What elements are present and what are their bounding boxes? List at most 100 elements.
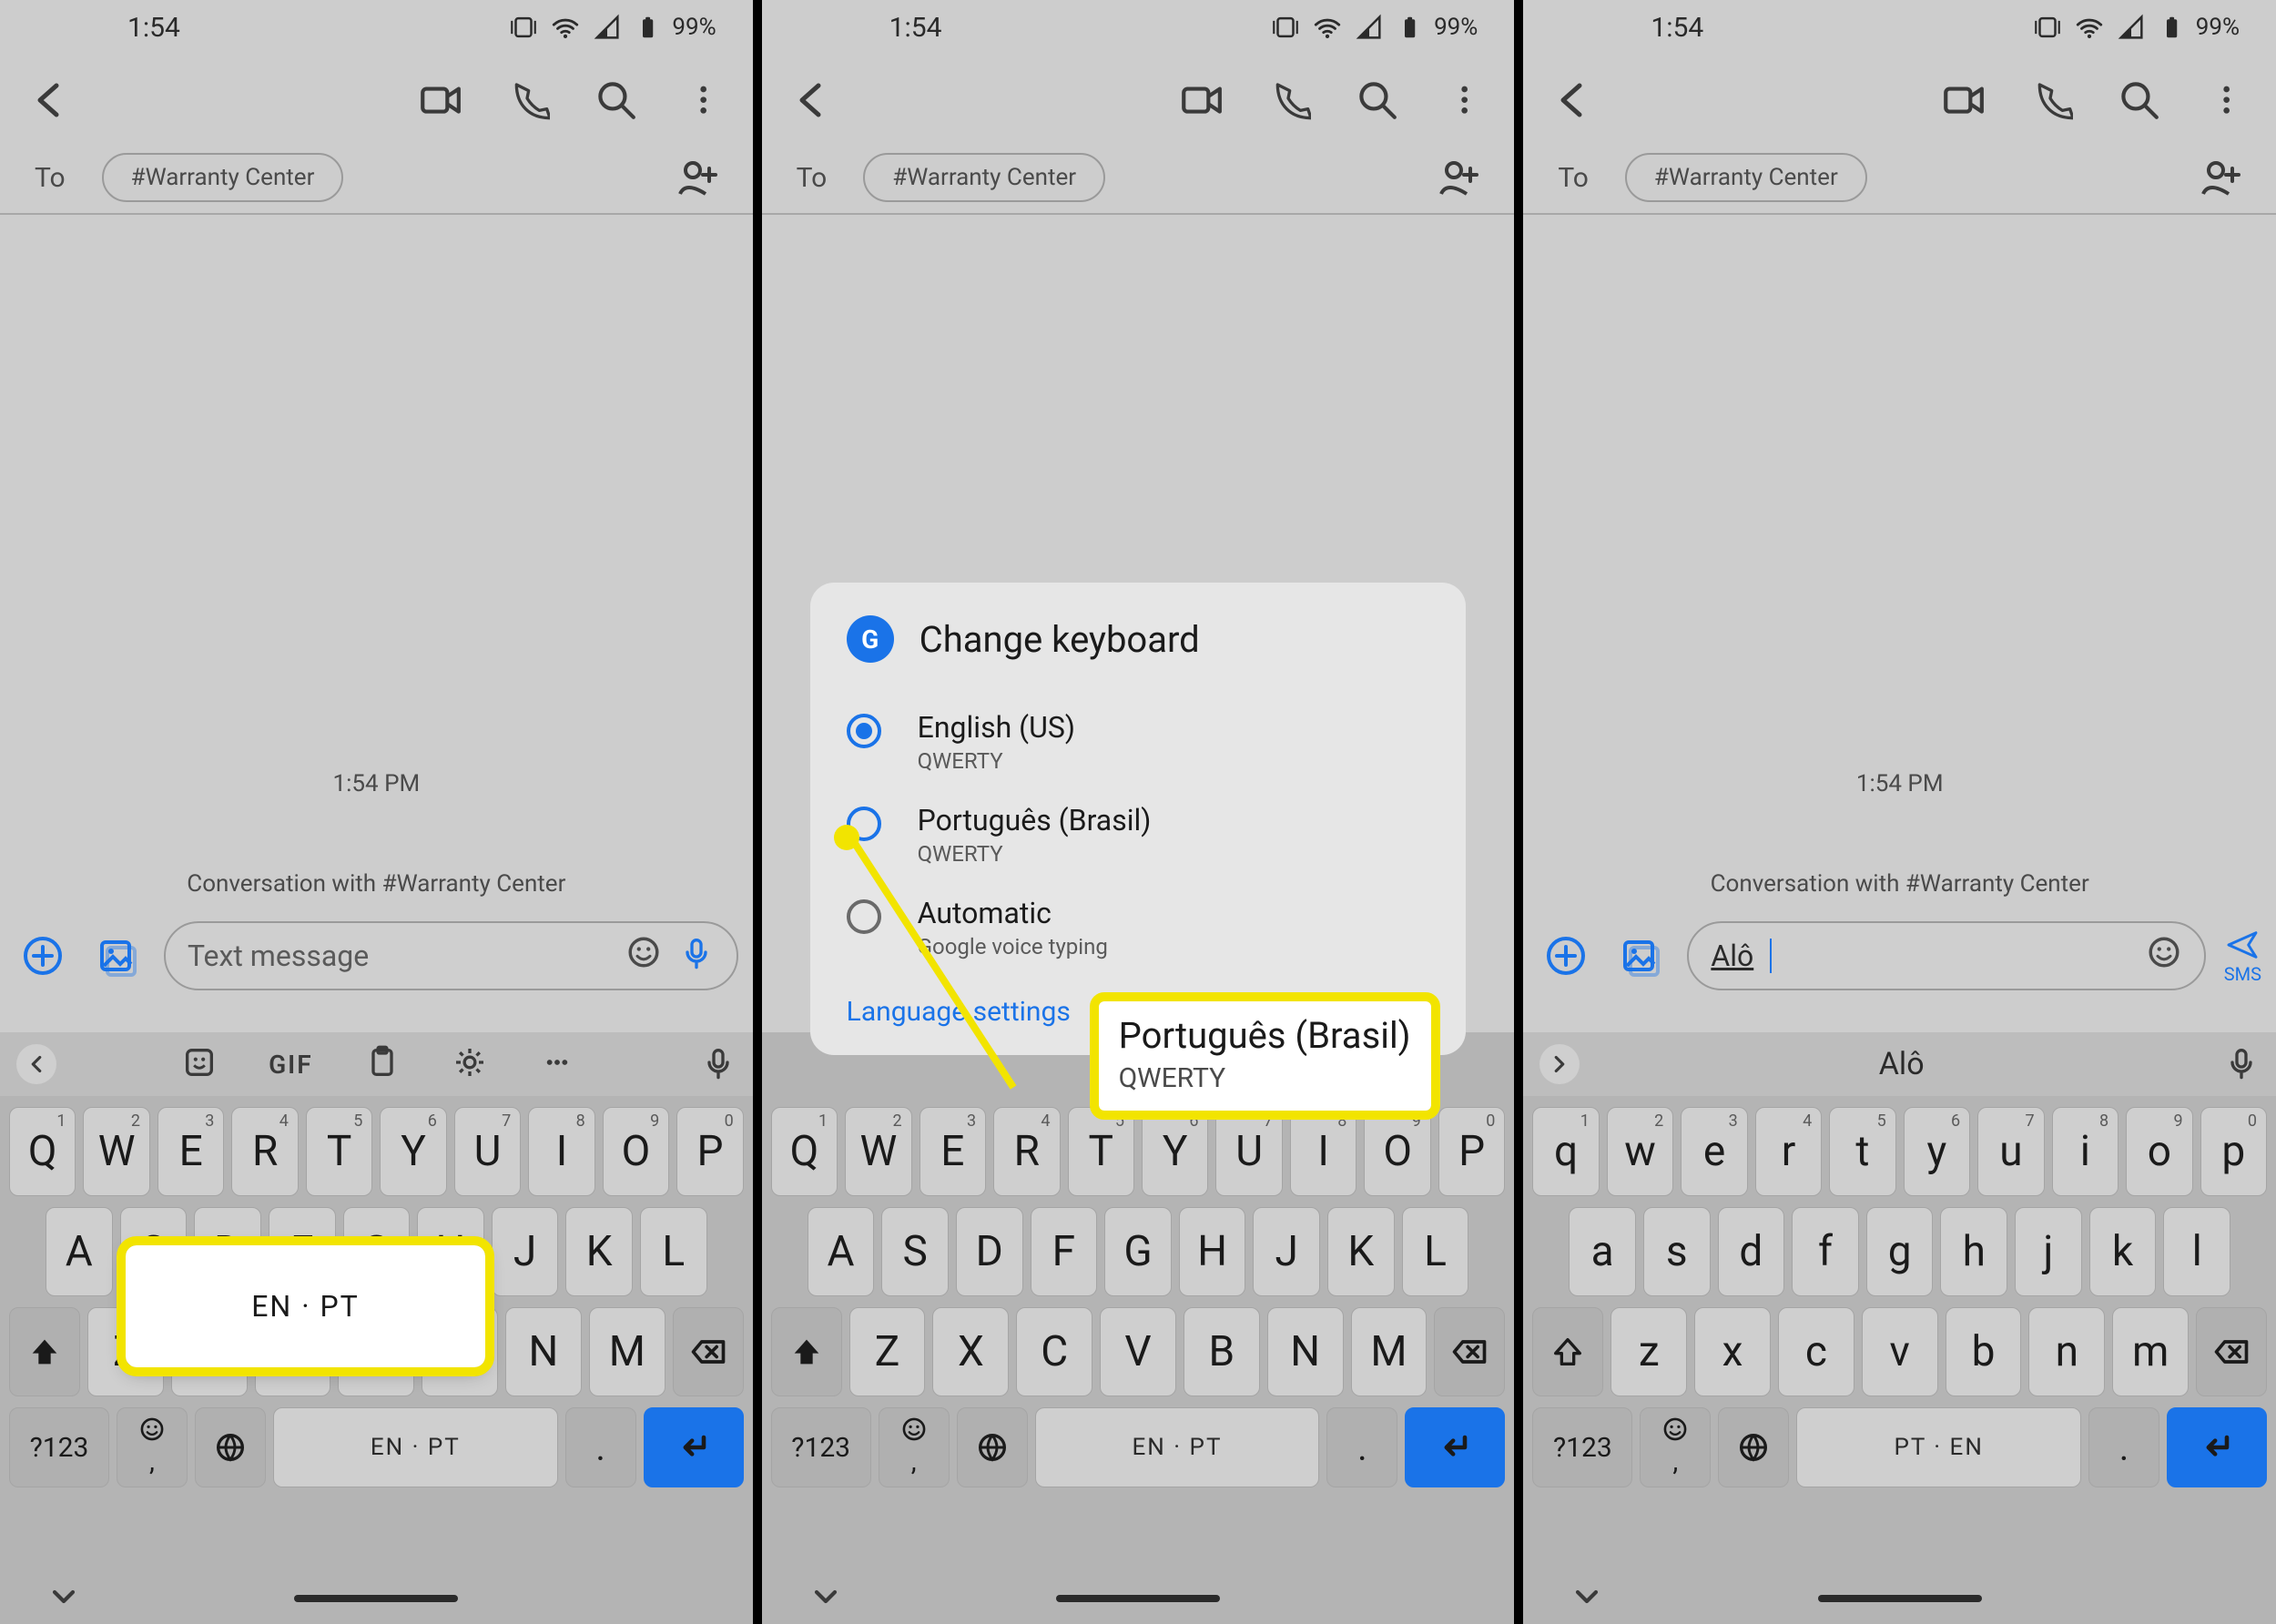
add-recipient-button[interactable] [1434, 154, 1481, 201]
key-e[interactable]: e3 [1681, 1107, 1747, 1196]
key-q[interactable]: Q1 [771, 1107, 838, 1196]
key-v[interactable]: v [1862, 1307, 1938, 1396]
more-button[interactable] [2201, 75, 2249, 122]
key-x[interactable]: X [932, 1307, 1009, 1396]
key-c[interactable]: c [1778, 1307, 1854, 1396]
key-k[interactable]: K [565, 1207, 633, 1296]
key-y[interactable]: Y6 [380, 1107, 446, 1196]
key-i[interactable]: I8 [1290, 1107, 1356, 1196]
key-r[interactable]: R4 [231, 1107, 298, 1196]
key-l[interactable]: l [2163, 1207, 2230, 1296]
key-k[interactable]: K [1327, 1207, 1395, 1296]
key-a[interactable]: A [46, 1207, 113, 1296]
key-p[interactable]: p0 [2200, 1107, 2267, 1196]
shift-key[interactable] [1532, 1307, 1603, 1396]
period-key[interactable]: . [2088, 1407, 2159, 1487]
key-w[interactable]: W2 [845, 1107, 911, 1196]
voice-call-button[interactable] [2027, 75, 2074, 122]
key-d[interactable]: D [956, 1207, 1023, 1296]
symbols-key[interactable]: ?123 [771, 1407, 871, 1487]
key-c[interactable]: C [1016, 1307, 1092, 1396]
enter-key[interactable] [2167, 1407, 2267, 1487]
add-recipient-button[interactable] [673, 154, 720, 201]
voice-call-button[interactable] [1265, 75, 1312, 122]
more-button[interactable] [1439, 75, 1487, 122]
key-e[interactable]: E3 [920, 1107, 986, 1196]
add-recipient-button[interactable] [2196, 154, 2243, 201]
video-call-button[interactable] [416, 75, 463, 122]
key-r[interactable]: r4 [1755, 1107, 1822, 1196]
key-z[interactable]: Z [849, 1307, 926, 1396]
sticker-button[interactable] [181, 1044, 218, 1084]
key-s[interactable]: s [1643, 1207, 1711, 1296]
language-key[interactable] [1718, 1407, 1789, 1487]
keyboard-option-english[interactable]: English (US)QWERTY [847, 695, 1430, 788]
nav-pill[interactable] [1818, 1595, 1982, 1602]
keyboard-suggestion[interactable]: Alô [1580, 1046, 2223, 1082]
hide-keyboard-button[interactable] [46, 1578, 82, 1619]
key-f[interactable]: f [1792, 1207, 1859, 1296]
key-n[interactable]: N [505, 1307, 582, 1396]
send-sms-button[interactable]: SMS [2224, 927, 2261, 985]
toolbar-collapse-button[interactable] [16, 1044, 56, 1084]
spacebar[interactable]: PT · EN [1796, 1407, 2081, 1487]
key-l[interactable]: L [640, 1207, 707, 1296]
key-g[interactable]: g [1866, 1207, 1934, 1296]
voice-call-button[interactable] [503, 75, 551, 122]
enter-key[interactable] [644, 1407, 744, 1487]
key-o[interactable]: O9 [1364, 1107, 1430, 1196]
key-o[interactable]: o9 [2126, 1107, 2192, 1196]
search-button[interactable] [1352, 75, 1399, 122]
key-t[interactable]: T5 [1068, 1107, 1134, 1196]
search-button[interactable] [2114, 75, 2161, 122]
period-key[interactable]: . [1326, 1407, 1397, 1487]
key-j[interactable]: J [492, 1207, 559, 1296]
key-i[interactable]: I8 [528, 1107, 594, 1196]
recipient-chip[interactable]: #Warranty Center [102, 153, 344, 202]
emoji-key[interactable]: , [1640, 1407, 1711, 1487]
voice-input-button[interactable] [678, 934, 715, 978]
key-j[interactable]: J [1253, 1207, 1320, 1296]
toolbar-expand-button[interactable] [1539, 1044, 1580, 1084]
message-input[interactable]: Text message [164, 921, 738, 990]
keyboard-option-portuguese[interactable]: Português (Brasil)QWERTY [847, 788, 1430, 881]
message-input[interactable]: Alô [1687, 921, 2205, 990]
emoji-button[interactable] [2146, 934, 2182, 978]
spacebar[interactable]: EN · PT [273, 1407, 558, 1487]
key-b[interactable]: B [1184, 1307, 1260, 1396]
key-q[interactable]: Q1 [9, 1107, 76, 1196]
key-m[interactable]: m [2112, 1307, 2189, 1396]
key-t[interactable]: t5 [1829, 1107, 1895, 1196]
key-v[interactable]: V [1100, 1307, 1176, 1396]
nav-pill[interactable] [294, 1595, 458, 1602]
period-key[interactable]: . [565, 1407, 636, 1487]
key-r[interactable]: R4 [993, 1107, 1060, 1196]
enter-key[interactable] [1405, 1407, 1505, 1487]
key-f[interactable]: F [1031, 1207, 1098, 1296]
more-button[interactable] [678, 75, 726, 122]
backspace-key[interactable] [673, 1307, 744, 1396]
key-u[interactable]: u7 [1977, 1107, 2044, 1196]
key-p[interactable]: P0 [676, 1107, 743, 1196]
add-attachment-button[interactable] [1538, 928, 1594, 984]
spacebar[interactable]: EN · PT [1035, 1407, 1320, 1487]
key-w[interactable]: w2 [1607, 1107, 1673, 1196]
emoji-button[interactable] [625, 934, 662, 978]
key-n[interactable]: n [2028, 1307, 2105, 1396]
key-a[interactable]: A [808, 1207, 875, 1296]
add-attachment-button[interactable] [15, 928, 71, 984]
emoji-key[interactable]: , [879, 1407, 950, 1487]
backspace-key[interactable] [1434, 1307, 1505, 1396]
key-g[interactable]: G [1104, 1207, 1172, 1296]
key-a[interactable]: a [1569, 1207, 1636, 1296]
key-y[interactable]: Y6 [1142, 1107, 1208, 1196]
toolbar-more-button[interactable] [539, 1044, 575, 1084]
voice-typing-button[interactable] [2223, 1044, 2260, 1084]
key-y[interactable]: y6 [1904, 1107, 1970, 1196]
key-d[interactable]: d [1718, 1207, 1785, 1296]
shift-key[interactable] [9, 1307, 80, 1396]
key-m[interactable]: M [589, 1307, 666, 1396]
key-t[interactable]: T5 [306, 1107, 372, 1196]
key-u[interactable]: U7 [1215, 1107, 1282, 1196]
key-j[interactable]: j [2015, 1207, 2082, 1296]
